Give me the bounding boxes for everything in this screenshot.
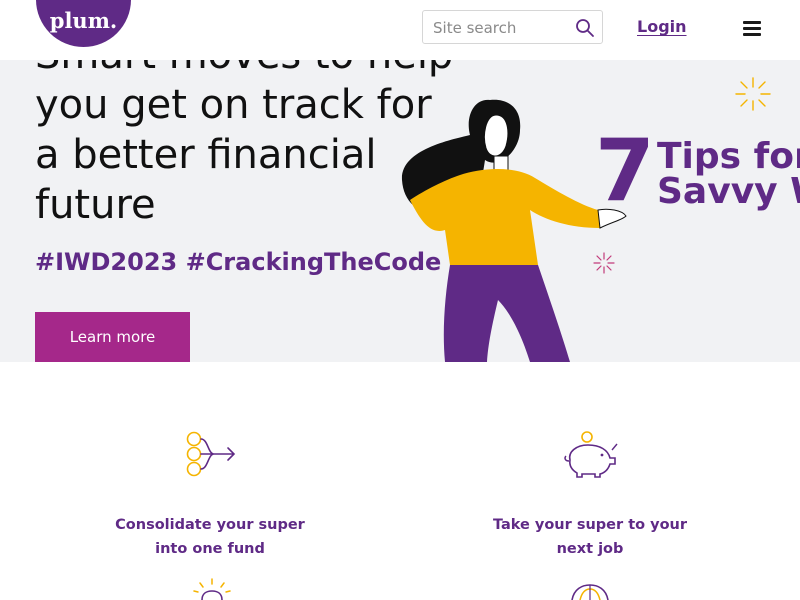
learn-more-button[interactable]: Learn more [35, 312, 190, 362]
consolidate-icon [186, 431, 236, 477]
plum-logo[interactable]: plum. [36, 0, 131, 47]
lightbulb-icon [193, 578, 231, 600]
feature-consolidate[interactable]: Consolidate your super into one fund [110, 513, 310, 561]
site-header: plum. Login [0, 0, 800, 60]
hero-illustration: 7 Tips for Savvy W [401, 77, 800, 362]
graphic-number: 7 [595, 121, 655, 221]
feature-label: Take your super to your next job [492, 517, 688, 557]
sparkle-icon [735, 77, 771, 111]
small-sparkle-icon [593, 252, 615, 274]
logo-text: plum. [49, 8, 118, 33]
graphic-line2: Savvy W [657, 171, 800, 212]
search-icon[interactable] [575, 18, 595, 38]
piggy-bank-icon [564, 431, 618, 478]
site-search[interactable] [422, 10, 603, 44]
feature-take-super[interactable]: Take your super to your next job [490, 513, 690, 561]
feature-label: Consolidate your super into one fund [115, 517, 305, 557]
hero-hashtags: #IWD2023 #CrackingTheCode [35, 248, 442, 276]
hamburger-menu-icon[interactable] [743, 21, 761, 37]
globe-icon [571, 584, 609, 600]
search-input[interactable] [433, 17, 568, 39]
login-link[interactable]: Login [637, 17, 687, 36]
hero-banner: Smart moves to help you get on track for… [0, 60, 800, 362]
